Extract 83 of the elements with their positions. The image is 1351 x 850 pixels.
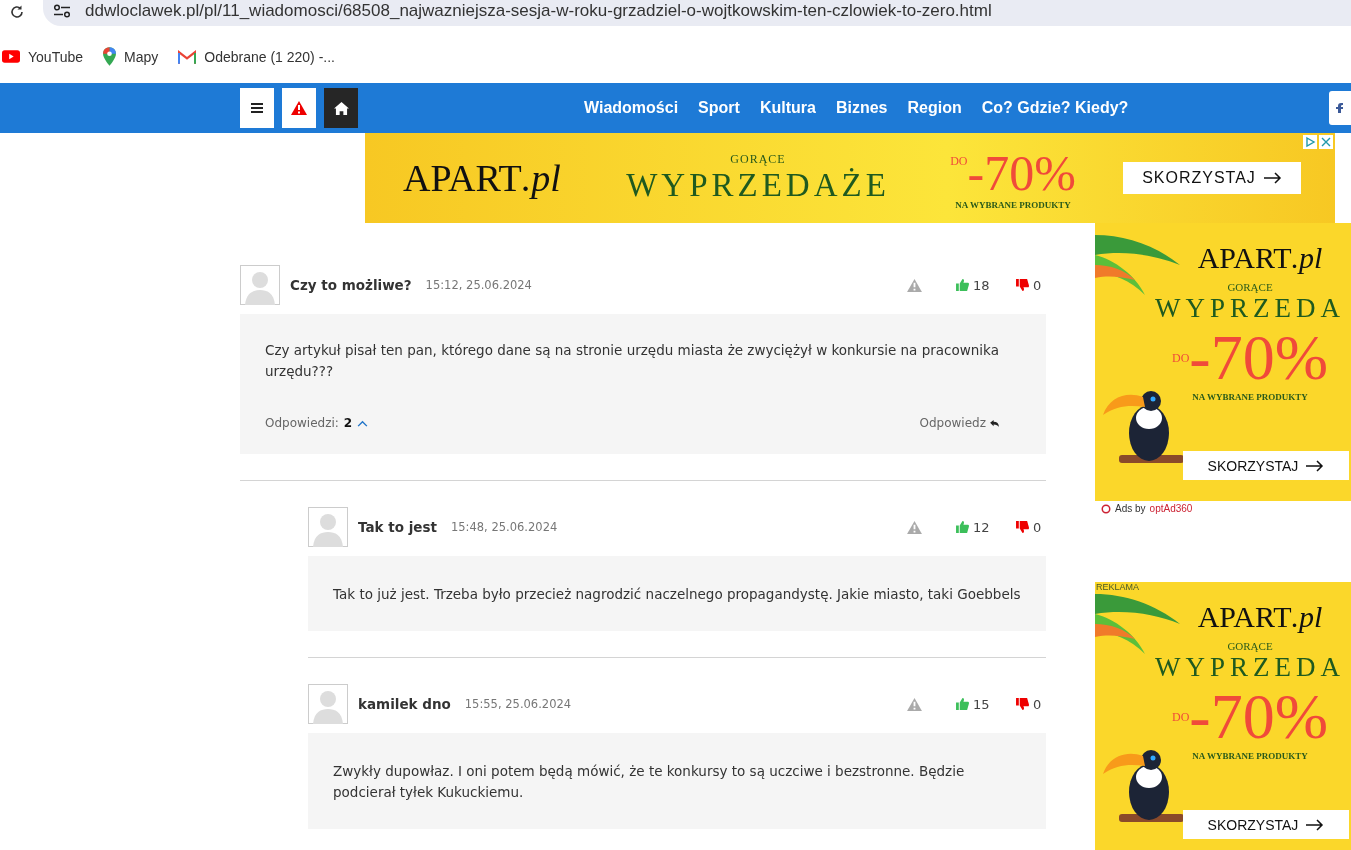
thumbs-up-icon[interactable]: [956, 698, 969, 710]
dislike-count: 0: [1033, 696, 1042, 712]
comment-author: Tak to jest: [358, 519, 437, 535]
ad-kicker: GORĄCE: [1227, 640, 1273, 652]
ad-headline: WYPRZEDAŻE: [626, 167, 890, 204]
comment-author: kamilek dno: [358, 696, 451, 712]
ad-cta-button[interactable]: SKORZYSTAJ: [1183, 810, 1349, 839]
ad-cta-button[interactable]: SKORZYSTAJ: [1183, 451, 1349, 480]
map-pin-icon: [103, 47, 116, 66]
reply-link[interactable]: Odpowiedz: [919, 416, 999, 430]
address-bar[interactable]: ddwloclawek.pl/pl/11_wiadomosci/68508_najwazniejsza-sesja-w-roku-grzadziel-o-wojtkowskim-ten-czlowiek-to-zero.html: [43, 0, 1351, 26]
comment-text: Tak to już jest. Trzeba było przecież nagrodzić naczelnego propagandystę. Jakie miasto, taki Goebbels: [333, 585, 1021, 604]
ad-prefix: DO: [1172, 709, 1190, 724]
like-count: 18: [973, 277, 990, 293]
nav-link[interactable]: Co? Gdzie? Kiedy?: [981, 99, 1129, 117]
avatar-silhouette-icon: [308, 507, 348, 547]
ad-headline: WYPRZEDA: [1155, 293, 1345, 324]
bookmark-link[interactable]: YouTube: [2, 48, 83, 65]
menu-button[interactable]: [240, 88, 274, 128]
ad-note: NA WYBRANE PRODUKTY: [1192, 392, 1308, 402]
dislike-count: 0: [1033, 277, 1042, 293]
comment-text: Czy artykuł pisał ten pan, którego dane są na stronie urzędu miasta że zwyciężył w konkursie na pracownika urzędu???: [265, 341, 1000, 381]
replies-toggle[interactable]: Odpowiedzi: 2: [265, 416, 369, 430]
nav-link[interactable]: Biznes: [835, 99, 888, 117]
ad-info-icon: [1303, 135, 1317, 149]
thumbs-down-icon[interactable]: [1016, 698, 1029, 710]
ad-discount: -70%: [1189, 324, 1328, 392]
ad-credit: Ads by: [1115, 503, 1146, 514]
report-icon[interactable]: [907, 520, 922, 534]
nav-link[interactable]: Wiadomości: [584, 99, 679, 117]
comment-time: 15:12, 25.06.2024: [425, 278, 532, 292]
ad-discount: -70%: [967, 146, 1076, 200]
arrow-right-icon: [1263, 172, 1282, 184]
dislike-count: 0: [1033, 519, 1042, 535]
alert-button[interactable]: [282, 88, 316, 128]
bookmark-link[interactable]: Mapy: [103, 47, 159, 66]
ad-headline: WYPRZEDA: [1155, 652, 1345, 683]
reload-icon[interactable]: [9, 4, 25, 20]
ad-note: NA WYBRANE PRODUKTY: [955, 200, 1071, 210]
ad-prefix: DO: [1172, 350, 1190, 365]
home-icon: [333, 101, 349, 115]
report-icon[interactable]: [907, 697, 922, 711]
nav-link[interactable]: Region: [907, 99, 962, 117]
ad-cta-button[interactable]: SKORZYSTAJ: [1123, 162, 1301, 194]
report-icon[interactable]: [907, 278, 922, 292]
ad-prefix: DO: [950, 154, 968, 169]
thumbs-up-icon[interactable]: [956, 279, 969, 291]
close-icon: [1319, 135, 1333, 149]
thumbs-up-icon[interactable]: [956, 521, 969, 533]
arrow-right-icon: [1306, 459, 1325, 472]
comment-time: 15:48, 25.06.2024: [450, 520, 558, 534]
ad-network-name: optAd360: [1149, 503, 1193, 514]
avatar-silhouette-icon: [308, 684, 348, 724]
like-count: 15: [973, 696, 990, 712]
ring-logo-icon: [1101, 503, 1111, 514]
site-settings-icon: [53, 4, 71, 18]
home-button[interactable]: [324, 88, 358, 128]
thumbs-down-icon[interactable]: [1016, 521, 1029, 533]
nav-link[interactable]: Kultura: [759, 99, 816, 117]
comment-text: Zwykły dupowłaz. I oni potem będą mówić, że te konkursy to są uczciwe i bezstronne. Będzie podcierał tyłek Kukuckiemu.: [333, 762, 966, 802]
ad-brand: APART.pl: [403, 156, 562, 200]
comment-author: Czy to możliwe?: [290, 277, 412, 293]
ad-brand: APART.pl: [1197, 600, 1323, 634]
chevron-icon: [357, 419, 369, 427]
arrow-right-icon: [1306, 818, 1325, 831]
comment-time: 15:55, 25.06.2024: [464, 697, 572, 711]
reply-arrow-icon: [990, 419, 999, 427]
nav-link[interactable]: Sport: [698, 99, 740, 117]
mail-logo-icon: [178, 49, 197, 64]
url-text: ddwloclawek.pl/pl/11_wiadomosci/68508_najwazniejsza-sesja-w-roku-grzadziel-o-wojtkowskim-ten-czlowiek-to-zero.html: [85, 1, 992, 21]
like-count: 12: [973, 519, 990, 535]
ad-kicker: GORĄCE: [730, 152, 786, 167]
ad-label: REKLAMA: [1096, 582, 1139, 592]
thumbs-down-icon[interactable]: [1016, 279, 1029, 291]
ad-discount: -70%: [1189, 683, 1328, 751]
facebook-icon: [1334, 103, 1344, 113]
menu-icon: [251, 103, 263, 113]
bookmark-link[interactable]: Odebrane (1 220) -...: [178, 48, 335, 65]
ad-brand: APART.pl: [1197, 241, 1323, 275]
avatar-silhouette-icon: [240, 265, 280, 305]
warning-icon: [291, 101, 307, 115]
ad-note: NA WYBRANE PRODUKTY: [1192, 751, 1308, 761]
ad-kicker: GORĄCE: [1227, 281, 1273, 293]
